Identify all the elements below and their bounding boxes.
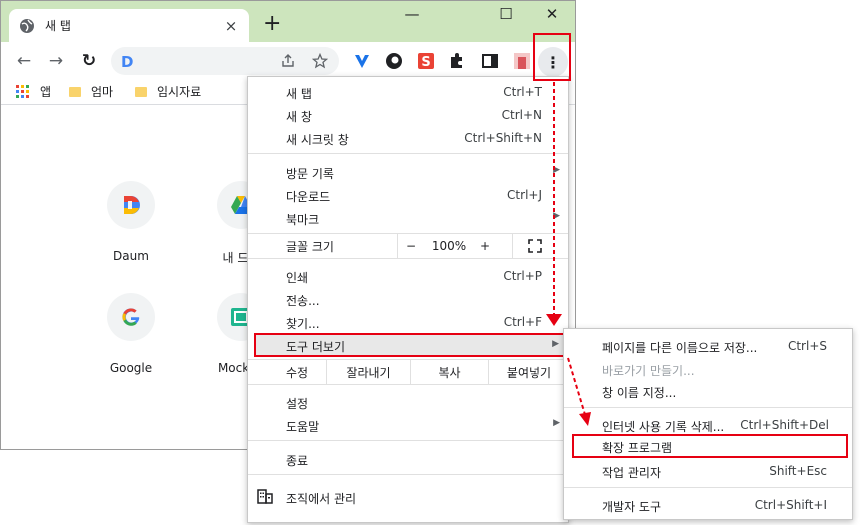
annotation-arrows (546, 82, 591, 426)
